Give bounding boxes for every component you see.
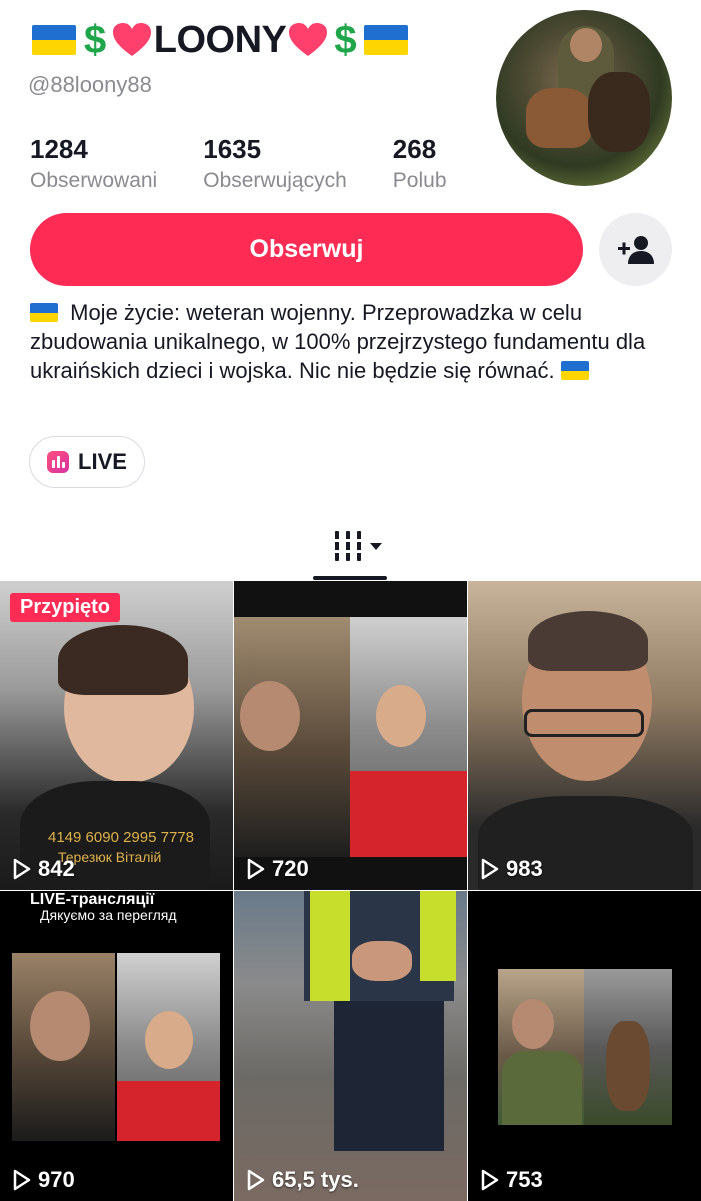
heart-icon bbox=[112, 23, 151, 56]
bio-content: Moje życie: weteran wojenny. Przeprowadz… bbox=[30, 300, 646, 383]
stat-label: Obserwowani bbox=[30, 169, 158, 192]
ukraine-flag-icon bbox=[364, 25, 409, 55]
stat-value: 1635 bbox=[203, 134, 262, 164]
video-tile[interactable]: LIVE-трансляції Дякуємо за перегляд 970 bbox=[0, 891, 233, 1201]
content-tabs bbox=[0, 520, 701, 582]
stat-label: Polub bbox=[392, 169, 447, 192]
stat-value: 1284 bbox=[30, 134, 88, 164]
stat-followers[interactable]: 1635 Obserwujących bbox=[203, 134, 347, 193]
grid-view-icon[interactable] bbox=[333, 529, 385, 563]
dollar-icon: $ bbox=[334, 17, 357, 62]
view-count-text: 753 bbox=[506, 1167, 543, 1192]
view-count-text: 970 bbox=[38, 1167, 75, 1192]
view-count: 65,5 tys. bbox=[246, 1167, 359, 1193]
stat-likes[interactable]: 268 Polub bbox=[393, 134, 447, 193]
display-name: $ LOONY $ bbox=[28, 14, 488, 66]
play-icon bbox=[247, 858, 265, 880]
video-tile[interactable]: 753 bbox=[468, 891, 701, 1201]
ukraine-flag-icon bbox=[560, 361, 589, 380]
video-tile[interactable]: 720 bbox=[234, 581, 467, 890]
follow-button[interactable]: Obserwuj bbox=[30, 213, 583, 286]
view-count: 753 bbox=[480, 1167, 543, 1193]
dollar-icon: $ bbox=[84, 17, 106, 62]
stat-following[interactable]: 1284 Obserwowani bbox=[30, 134, 157, 193]
card-number-text: 4149 6090 2995 7778 bbox=[48, 829, 194, 846]
live-button[interactable]: LIVE bbox=[29, 436, 145, 488]
play-icon bbox=[247, 1169, 265, 1191]
heart-icon bbox=[289, 23, 328, 56]
display-name-text: LOONY bbox=[153, 18, 287, 61]
avatar[interactable] bbox=[496, 10, 672, 186]
pinned-badge: Przypięto bbox=[10, 593, 121, 622]
stat-value: 268 bbox=[392, 134, 437, 164]
profile-stats: 1284 Obserwowani 1635 Obserwujących 268 … bbox=[30, 134, 493, 193]
view-count: 983 bbox=[480, 856, 543, 882]
profile-header: $ LOONY $ @88loony88 bbox=[28, 14, 488, 98]
play-icon bbox=[13, 1169, 31, 1191]
view-count-text: 842 bbox=[38, 856, 75, 881]
video-tile[interactable]: Przypięto 4149 6090 2995 7778 Терезюк Ві… bbox=[0, 581, 233, 890]
add-user-icon bbox=[617, 235, 654, 264]
live-label: LIVE bbox=[78, 449, 127, 474]
play-icon bbox=[481, 858, 499, 880]
play-icon bbox=[481, 1169, 499, 1191]
video-tile[interactable]: 65,5 tys. bbox=[234, 891, 467, 1201]
overlay-subtitle: Дякуємо за перегляд bbox=[40, 907, 177, 923]
play-icon bbox=[13, 858, 31, 880]
view-count: 842 bbox=[12, 856, 75, 882]
view-count-text: 65,5 tys. bbox=[272, 1167, 359, 1192]
view-count-text: 983 bbox=[506, 856, 543, 881]
user-handle: @88loony88 bbox=[28, 72, 152, 97]
ukraine-flag-icon bbox=[30, 303, 58, 322]
view-count: 720 bbox=[246, 856, 309, 882]
bio-text: Moje życie: weteran wojenny. Przeprowadz… bbox=[30, 298, 675, 385]
stat-label: Obserwujących bbox=[203, 169, 347, 192]
add-friend-button[interactable] bbox=[599, 213, 672, 286]
view-count: 970 bbox=[12, 1167, 75, 1193]
video-tile[interactable]: 983 bbox=[468, 581, 701, 890]
view-count-text: 720 bbox=[272, 856, 309, 881]
active-tab-indicator bbox=[313, 576, 387, 580]
ukraine-flag-icon bbox=[32, 25, 76, 55]
live-icon bbox=[47, 451, 70, 473]
